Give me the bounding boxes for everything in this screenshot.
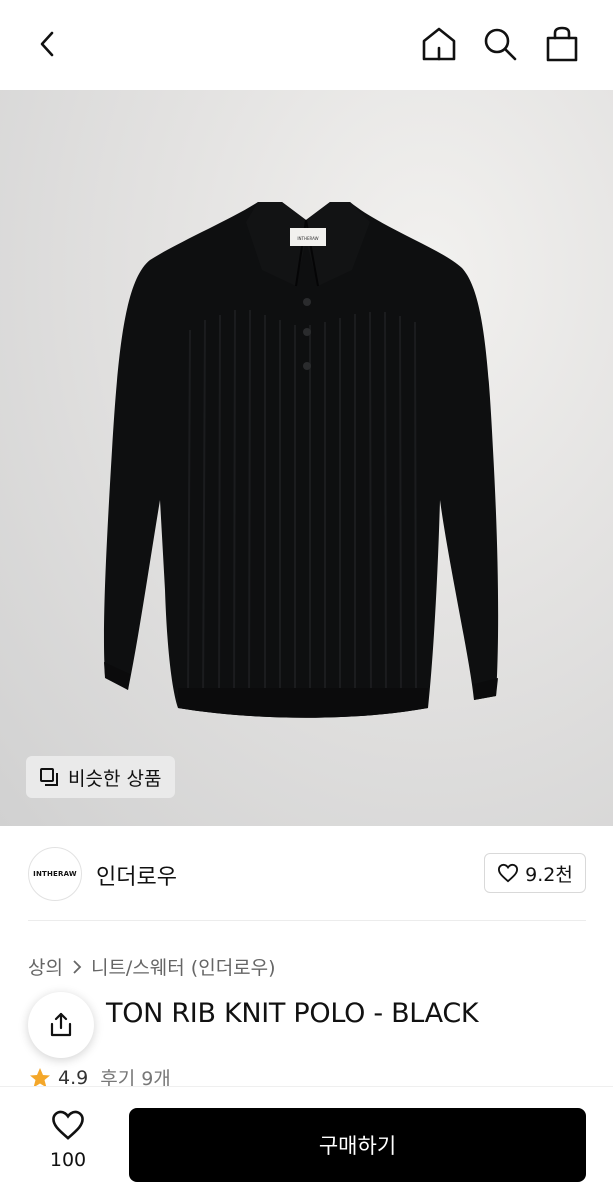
back-button[interactable]: [26, 22, 70, 66]
home-button[interactable]: [417, 22, 461, 66]
breadcrumb: 상의 니트/스웨터 (인더로우): [28, 953, 276, 980]
search-button[interactable]: [478, 22, 522, 66]
wishlist-button[interactable]: 100: [28, 1109, 108, 1171]
product-title: TON RIB KNIT POLO - BLACK: [28, 998, 588, 1029]
heart-icon: [498, 863, 519, 883]
top-nav-bar: [0, 0, 613, 90]
sweater-image: INTHERAW: [103, 202, 499, 718]
similar-products-label: 비슷한 상품: [68, 767, 162, 790]
brand-like-button[interactable]: 9.2천: [484, 853, 586, 893]
brand-logo-text: INTHERAW: [33, 870, 77, 878]
heart-outline-icon: [52, 1110, 84, 1140]
tag-text: INTHERAW: [297, 236, 318, 241]
brand-logo[interactable]: INTHERAW: [28, 847, 82, 901]
buy-button[interactable]: 구매하기: [129, 1108, 586, 1182]
breadcrumb-subcategory[interactable]: 니트/스웨터 (인더로우): [91, 953, 276, 980]
product-image[interactable]: INTHERAW 비슷한 상품: [0, 90, 613, 826]
home-icon: [422, 27, 456, 61]
breadcrumb-category[interactable]: 상의: [28, 953, 63, 980]
wishlist-count: 100: [49, 1149, 87, 1171]
product-title-text: TON RIB KNIT POLO - BLACK: [106, 998, 479, 1029]
bottom-action-bar: 100 구매하기: [0, 1086, 613, 1200]
back-icon: [40, 31, 54, 57]
similar-items-icon: [40, 768, 58, 786]
shopping-bag-icon: [546, 26, 578, 62]
similar-products-button[interactable]: 비슷한 상품: [26, 756, 176, 798]
divider: [28, 920, 586, 921]
share-icon: [50, 1012, 72, 1037]
brand-row: INTHERAW 인더로우 9.2천: [0, 826, 613, 922]
chevron-right-icon: [73, 959, 82, 974]
cart-button[interactable]: [540, 22, 584, 66]
brand-name[interactable]: 인더로우: [96, 859, 177, 891]
brand-like-count: 9.2천: [525, 863, 573, 886]
share-button[interactable]: [28, 992, 94, 1058]
search-icon: [484, 28, 517, 61]
